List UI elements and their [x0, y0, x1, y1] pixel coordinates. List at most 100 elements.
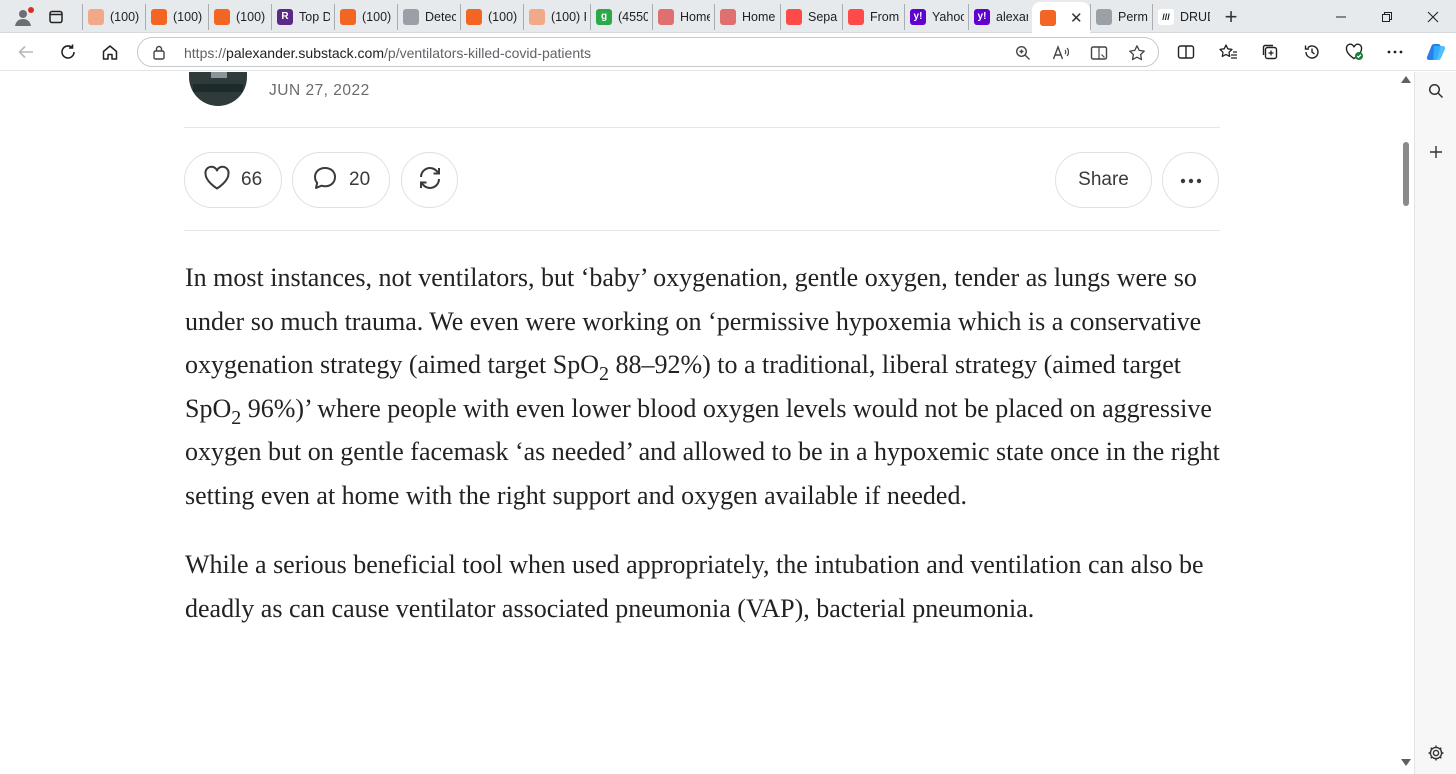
tab-favicon-icon	[848, 8, 864, 25]
tab-title: (100) C	[236, 9, 267, 24]
post-date: JUN 27, 2022	[269, 82, 370, 99]
more-icon[interactable]	[1381, 38, 1409, 66]
tab-favicon-icon	[214, 8, 230, 25]
add-icon[interactable]	[1423, 139, 1449, 165]
tab-actions-icon[interactable]	[42, 3, 70, 31]
refresh-icon[interactable]	[54, 38, 82, 66]
tab-favicon-icon	[340, 8, 356, 25]
browser-tab[interactable]: Detect	[397, 3, 460, 30]
tab-title: Separ	[808, 9, 838, 24]
restore-button[interactable]	[1364, 0, 1410, 33]
tab-favicon-icon	[720, 8, 736, 25]
profile-icon[interactable]	[8, 2, 38, 32]
tab-title: (4550)	[618, 9, 648, 24]
share-label: Share	[1078, 169, 1129, 190]
tab-title: From t	[870, 9, 900, 24]
immersive-reader-icon[interactable]	[1086, 40, 1112, 66]
back-arrow-icon[interactable]	[12, 38, 40, 66]
address-bar-row: https://palexander.substack.com/p/ventil…	[0, 33, 1456, 71]
browser-tab[interactable]: Home	[714, 3, 780, 30]
favorites-icon[interactable]	[1214, 38, 1242, 66]
new-tab-button[interactable]: +	[1216, 3, 1246, 31]
like-count: 66	[241, 169, 263, 190]
tab-title: Top Dc	[299, 9, 330, 24]
tab-favicon-icon: y!	[910, 8, 926, 25]
comment-icon	[311, 164, 339, 197]
divider	[184, 127, 1220, 128]
heart-icon	[203, 165, 231, 196]
lock-icon[interactable]	[152, 44, 166, 65]
author-avatar[interactable]	[189, 72, 247, 106]
tab-title: (100) F	[551, 9, 586, 24]
browser-tab[interactable]: (100) U	[334, 3, 397, 30]
browser-tab[interactable]: (100) N	[82, 3, 145, 30]
performance-icon[interactable]	[1340, 38, 1368, 66]
browser-tab[interactable]: R Top Dc	[271, 3, 334, 30]
history-icon[interactable]	[1298, 38, 1326, 66]
collections-icon[interactable]	[1256, 38, 1284, 66]
tab-strip: (100) N (100) F (100) C R Top Dc (100) U Detec…	[0, 0, 1456, 33]
copilot-icon[interactable]	[1422, 38, 1450, 66]
share-button[interactable]: Share	[1055, 152, 1152, 208]
browser-tab[interactable]: /// DRUD	[1152, 3, 1214, 30]
browser-tab[interactable]: From t	[842, 3, 904, 30]
like-button[interactable]: 66	[184, 152, 282, 208]
settings-icon[interactable]	[1423, 740, 1449, 766]
address-bar[interactable]: https://palexander.substack.com/p/ventil…	[137, 37, 1159, 67]
split-screen-icon[interactable]	[1172, 38, 1200, 66]
article-body: In most instances, not ventilators, but …	[185, 256, 1225, 630]
tab-favicon-icon	[88, 8, 104, 25]
tab-favicon-icon: g	[596, 8, 612, 25]
tab-favicon-icon	[786, 8, 802, 25]
tab-favicon-icon	[151, 8, 167, 25]
tab-title: DRUD	[1180, 9, 1210, 24]
scroll-down-icon[interactable]	[1401, 759, 1411, 766]
url-text[interactable]: https://palexander.substack.com/p/ventil…	[184, 45, 591, 61]
comment-button[interactable]: 20	[292, 152, 390, 208]
star-icon[interactable]	[1124, 40, 1150, 66]
read-aloud-icon[interactable]	[1048, 40, 1074, 66]
tab-title: Home	[680, 9, 710, 24]
scroll-up-icon[interactable]	[1401, 76, 1411, 83]
browser-tab[interactable]: Home	[652, 3, 714, 30]
tab-favicon-icon	[1040, 9, 1056, 26]
tab-title: (100) E	[488, 9, 519, 24]
browser-sidebar	[1414, 72, 1456, 774]
browser-tab[interactable]: (100) F	[145, 3, 208, 30]
tab-title: Permis	[1118, 9, 1148, 24]
post-more-button[interactable]	[1162, 152, 1219, 208]
tab-title: Detect	[425, 9, 456, 24]
browser-tab[interactable]: y! alexan	[968, 3, 1032, 30]
tab-title: (100) U	[362, 9, 393, 24]
browser-tab[interactable]: Separ	[780, 3, 842, 30]
minimize-button[interactable]	[1318, 0, 1364, 33]
close-window-button[interactable]	[1410, 0, 1456, 33]
scroll-thumb[interactable]	[1403, 142, 1409, 206]
tab-title: alexan	[996, 9, 1028, 24]
browser-tab[interactable]: (100) E	[460, 3, 523, 30]
tab-favicon-icon: ///	[1158, 8, 1174, 25]
restack-button[interactable]	[401, 152, 458, 208]
browser-tab[interactable]: y! Yahoo	[904, 3, 968, 30]
more-dots-icon	[1179, 171, 1203, 189]
zoom-icon[interactable]	[1010, 40, 1036, 66]
browser-tab[interactable]: g (4550)	[590, 3, 652, 30]
restack-icon	[416, 164, 444, 197]
comment-count: 20	[349, 169, 371, 190]
article-page: JUN 27, 2022 66 20 Share In most instanc…	[0, 72, 1398, 774]
home-icon[interactable]	[96, 38, 124, 66]
tab-title: Home	[742, 9, 776, 24]
tab-list: (100) N (100) F (100) C R Top Dc (100) U Detec…	[82, 0, 1246, 33]
browser-tab[interactable]: (100) C	[208, 3, 271, 30]
close-tab-icon[interactable]: ✕	[1070, 9, 1083, 27]
tab-favicon-icon	[466, 8, 482, 25]
browser-tab[interactable]: V✕	[1032, 2, 1090, 33]
tab-title: (100) N	[110, 9, 141, 24]
page-scrollbar[interactable]	[1398, 72, 1414, 774]
tab-favicon-icon: y!	[974, 8, 990, 25]
browser-tab[interactable]: (100) F	[523, 3, 590, 30]
browser-tab[interactable]: Permis	[1090, 3, 1152, 30]
window-controls	[1318, 0, 1456, 33]
search-icon[interactable]	[1423, 78, 1449, 104]
tab-favicon-icon	[529, 8, 545, 25]
